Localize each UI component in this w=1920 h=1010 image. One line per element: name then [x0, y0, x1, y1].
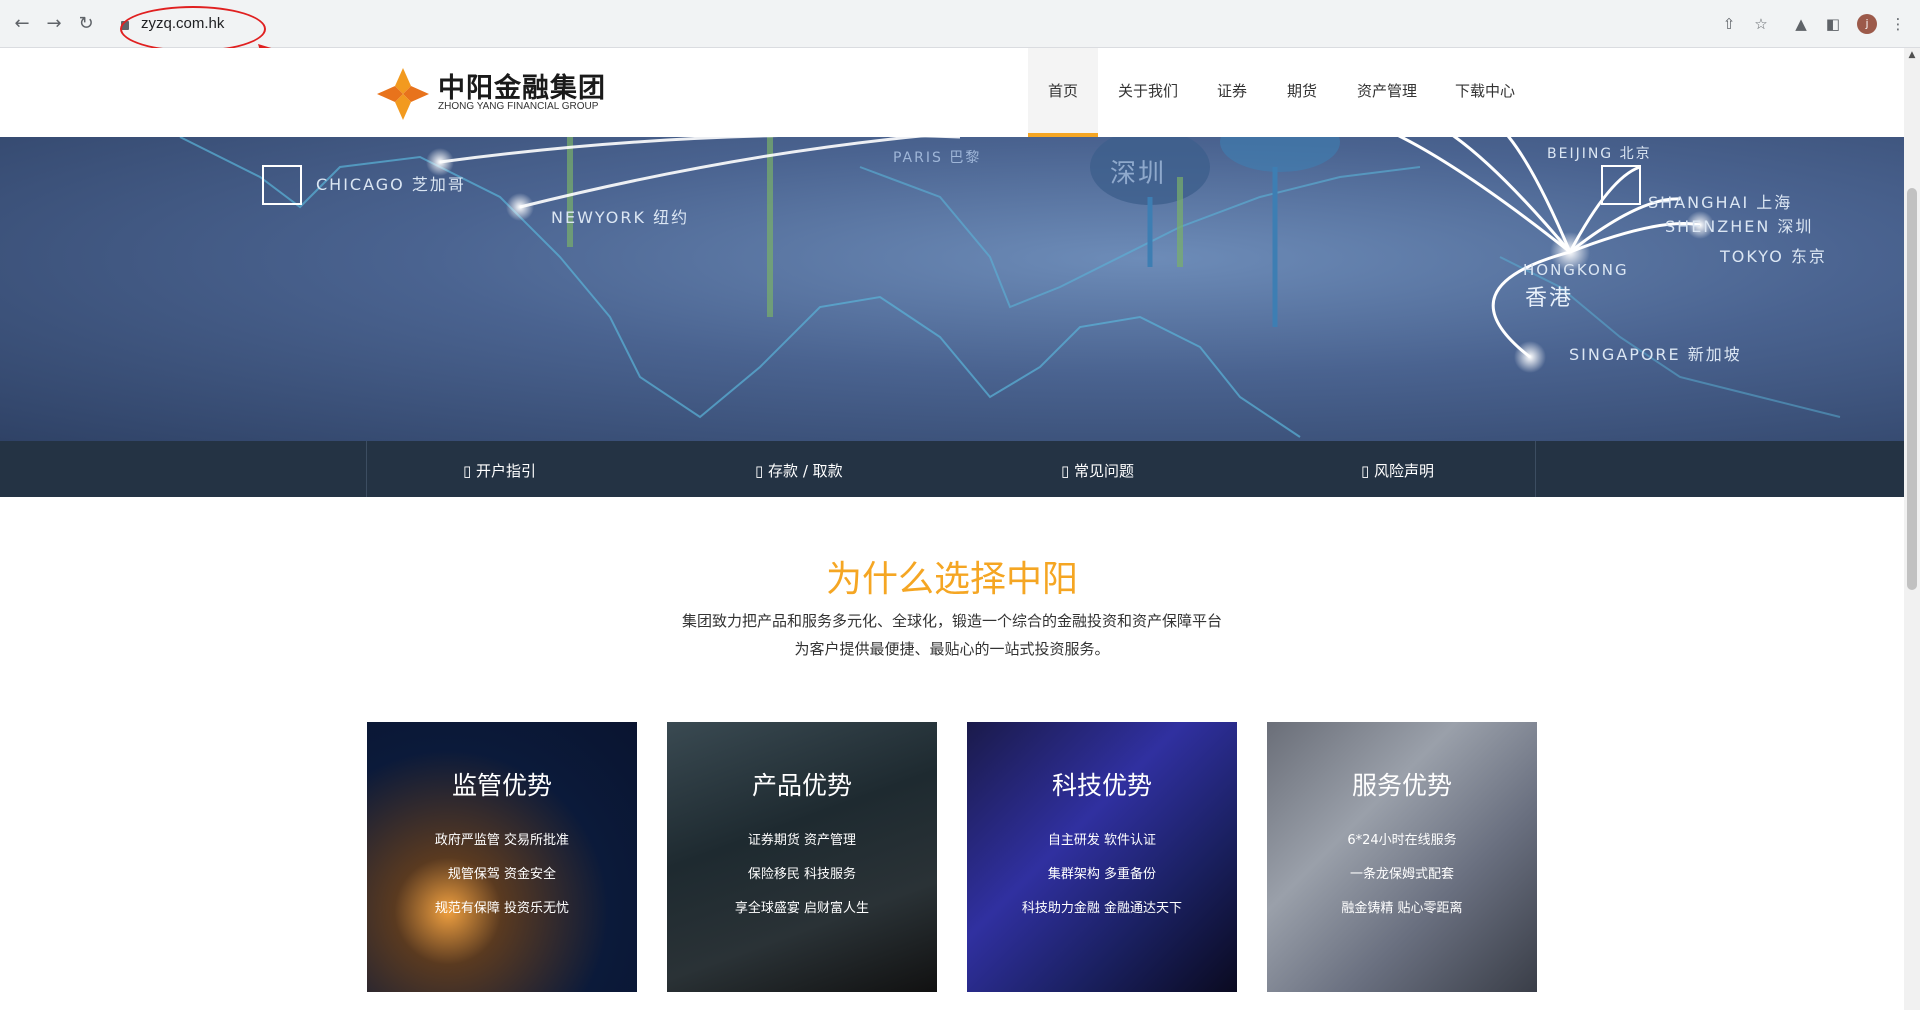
feature-card-product[interactable]: 产品优势 证券期货 资产管理 保险移民 科技服务 享全球盛宴 启财富人生 [667, 722, 937, 992]
city-label-shenzhen: SHENZHEN 深圳 [1665, 217, 1814, 236]
side-panel-icon[interactable]: ◧ [1823, 14, 1843, 34]
city-label-shenzhen-large: 深圳 [1110, 159, 1167, 189]
feature-card-service[interactable]: 服务优势 6*24小时在线服务 一条龙保姆式配套 融金铸精 贴心零距离 [1267, 722, 1537, 992]
section-subtitle-line-1: 集团致力把产品和服务多元化、全球化，锻造一个综合的金融投资和资产保障平台 [681, 612, 1222, 630]
nav-home[interactable]: 首页 [1028, 48, 1098, 137]
card-title: 产品优势 [751, 771, 852, 800]
feature-card-technology[interactable]: 科技优势 自主研发 软件认证 集群架构 多重备份 科技助力金融 金融通达天下 [967, 722, 1237, 992]
annotation-circle [120, 6, 266, 52]
card-line: 融金铸精 贴心零距离 [1341, 901, 1463, 916]
city-label-singapore: SINGAPORE 新加坡 [1569, 345, 1742, 364]
city-label-beijing: BEIJING 北京 [1547, 146, 1652, 162]
quicklink-label: 风险声明 [1374, 462, 1435, 480]
card-title: 服务优势 [1351, 771, 1452, 800]
city-label-hongkong-cn: 香港 [1525, 286, 1574, 311]
card-line: 享全球盛宴 启财富人生 [734, 901, 870, 916]
hero-banner: CHICAGO 芝加哥 NEWYORK 纽约 PARIS 巴黎 深圳 BEIJI… [0, 137, 1904, 441]
card-line: 自主研发 软件认证 [1047, 833, 1157, 848]
quicklink-deposit-withdraw[interactable]: ▯ 存款 / 取款 [755, 460, 843, 481]
placeholder-glyph-icon: ▯ [1361, 462, 1370, 480]
quicklink-faq[interactable]: ▯ 常见问题 [1061, 460, 1134, 481]
card-title: 科技优势 [1051, 771, 1152, 800]
extensions-icon[interactable]: ▲ [1791, 14, 1811, 34]
card-title: 监管优势 [451, 771, 552, 800]
city-label-tokyo: TOKYO 东京 [1720, 247, 1827, 266]
card-line: 规范有保障 投资乐无忧 [434, 901, 570, 916]
logo-icon[interactable] [377, 68, 429, 120]
city-label-hongkong: HONGKONG [1523, 261, 1629, 279]
bookmark-star-icon[interactable]: ☆ [1751, 14, 1771, 34]
city-label-chicago: CHICAGO 芝加哥 [316, 175, 466, 194]
forward-icon[interactable]: → [42, 12, 66, 36]
site-header [0, 48, 1904, 137]
card-line: 一条龙保姆式配套 [1349, 867, 1454, 882]
nav-download-center[interactable]: 下载中心 [1444, 48, 1526, 137]
feature-card-regulatory[interactable]: 监管优势 政府严监管 交易所批准 规管保驾 资金安全 规范有保障 投资乐无忧 [367, 722, 637, 992]
quicklink-label: 存款 / 取款 [768, 462, 843, 480]
back-icon[interactable]: ← [10, 12, 34, 36]
logo-text[interactable]: 中阳金融集团 [438, 66, 606, 105]
placeholder-glyph-icon: ▯ [1061, 462, 1070, 480]
scroll-up-icon[interactable]: ▲ [1906, 50, 1918, 62]
card-line: 集群架构 多重备份 [1047, 867, 1157, 882]
menu-kebab-icon[interactable]: ⋮ [1888, 14, 1908, 34]
card-line: 证券期货 资产管理 [747, 833, 857, 848]
card-line: 规管保驾 资金安全 [447, 867, 557, 882]
city-label-paris: PARIS 巴黎 [893, 150, 982, 166]
quicklink-risk-disclosure[interactable]: ▯ 风险声明 [1361, 460, 1434, 481]
slide-prev-button[interactable] [262, 165, 302, 205]
card-line: 政府严监管 交易所批准 [434, 833, 570, 848]
share-icon[interactable]: ⇧ [1719, 14, 1739, 34]
card-line: 科技助力金融 金融通达天下 [1021, 901, 1183, 916]
reload-icon[interactable]: ↻ [74, 12, 98, 36]
city-label-newyork: NEWYORK 纽约 [551, 208, 690, 227]
nav-asset-management[interactable]: 资产管理 [1344, 48, 1430, 137]
slide-next-button[interactable] [1601, 165, 1641, 205]
nav-about[interactable]: 关于我们 [1108, 48, 1188, 137]
placeholder-glyph-icon: ▯ [755, 462, 764, 480]
scrollbar-thumb[interactable] [1907, 188, 1917, 590]
city-label-shanghai: SHANGHAI 上海 [1648, 193, 1793, 212]
quicklink-label: 常见问题 [1074, 462, 1135, 480]
section-subtitle-line-2: 为客户提供最便捷、最贴心的一站式投资服务。 [794, 640, 1110, 658]
logo-subtext: ZHONG YANG FINANCIAL GROUP [438, 101, 599, 112]
quicklink-label: 开户指引 [476, 462, 537, 480]
card-line: 保险移民 科技服务 [747, 867, 857, 882]
quicklink-account-guide[interactable]: ▯ 开户指引 [463, 460, 536, 481]
section-title: 为什么选择中阳 [825, 559, 1078, 600]
card-line: 6*24小时在线服务 [1347, 833, 1457, 848]
placeholder-glyph-icon: ▯ [463, 462, 472, 480]
profile-avatar[interactable]: j [1857, 14, 1877, 34]
nav-futures[interactable]: 期货 [1270, 48, 1334, 137]
address-bar[interactable] [114, 8, 1804, 40]
nav-securities[interactable]: 证券 [1200, 48, 1264, 137]
